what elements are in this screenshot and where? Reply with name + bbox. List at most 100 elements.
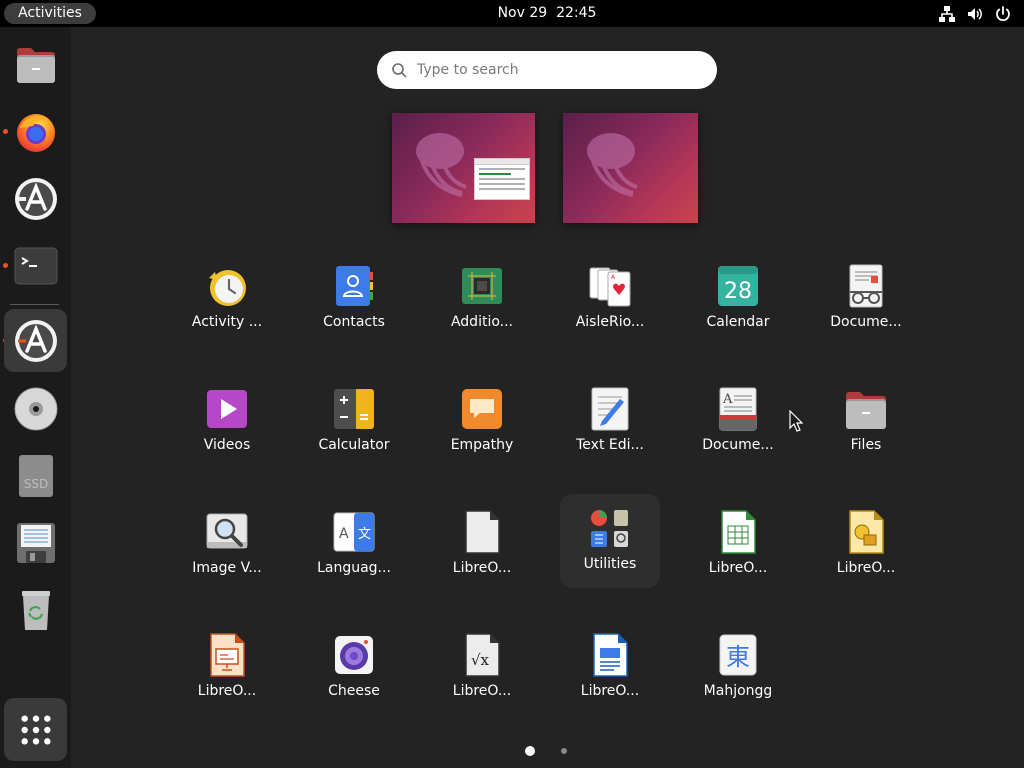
calendar-day: 28 (724, 279, 752, 304)
libreoffice-icon (465, 510, 500, 554)
app-utilities-folder[interactable]: Utilities (560, 494, 660, 588)
dock-item-terminal[interactable] (4, 234, 67, 297)
calculator-icon (334, 389, 374, 429)
libreoffice-math-icon: √x (465, 633, 500, 677)
app-mahjongg[interactable]: 東 Mahjongg (688, 621, 788, 715)
network-icon[interactable] (938, 5, 956, 23)
app-label: Text Edi... (576, 437, 644, 453)
libreoffice-calc-icon (721, 510, 756, 554)
svg-text:文: 文 (358, 527, 371, 542)
dock-item-optical-disc[interactable] (4, 377, 67, 440)
app-language-support[interactable]: A 文 Languag... (304, 498, 404, 592)
app-videos[interactable]: Videos (177, 375, 277, 469)
app-label: Activity ... (191, 314, 263, 330)
app-text-editor[interactable]: Text Edi... (560, 375, 660, 469)
search-box[interactable] (377, 51, 717, 89)
mahjongg-glyph: 東 (726, 643, 750, 671)
app-document-scanner[interactable]: A Docume... (688, 375, 788, 469)
volume-icon[interactable] (966, 5, 984, 23)
cards-icon: A (589, 267, 631, 307)
calendar-icon: 28 (718, 266, 758, 306)
dock-item-files[interactable] (4, 33, 67, 96)
app-activity-log[interactable]: Activity ... (177, 252, 277, 346)
app-label: LibreO... (708, 560, 768, 576)
mahjongg-icon: 東 (719, 634, 757, 676)
app-label: Mahjongg (703, 683, 773, 699)
app-label: Docume... (830, 314, 902, 330)
dock-separator (10, 304, 59, 305)
page-indicator-1[interactable] (525, 746, 535, 756)
app-label: Languag... (317, 560, 391, 576)
workspace-thumbnail-2[interactable] (563, 113, 698, 223)
app-image-viewer[interactable]: Image V... (177, 498, 277, 592)
app-label: Contacts (323, 314, 385, 330)
workspace-thumbnail-1[interactable] (392, 113, 535, 223)
mouse-cursor-icon (789, 410, 803, 432)
firefox-icon (16, 113, 55, 152)
app-label: Additio... (450, 314, 514, 330)
document-viewer-icon (849, 264, 883, 308)
app-aisleriot[interactable]: A AisleRio... (560, 252, 660, 346)
drive-icon: SSD (18, 454, 53, 497)
app-empathy[interactable]: Empathy (432, 375, 532, 469)
dock-item-ssd-drive[interactable]: SSD (4, 444, 67, 507)
dock-item-trash[interactable] (4, 578, 67, 641)
app-calendar[interactable]: 28 Calendar (688, 252, 788, 346)
window-thumbnail[interactable] (474, 158, 530, 200)
top-bar: Activities Nov 29 22:45 (0, 0, 1024, 27)
search-icon (392, 63, 407, 78)
app-additional-drivers[interactable]: Additio... (432, 252, 532, 346)
image-viewer-icon (206, 513, 248, 549)
system-tray[interactable] (938, 4, 1012, 23)
app-label: AisleRio... (575, 314, 645, 330)
app-label: Videos (203, 437, 251, 453)
app-libreoffice-draw[interactable]: LibreO... (816, 498, 916, 592)
app-label: Utilities (583, 556, 637, 572)
app-contacts[interactable]: Contacts (304, 252, 404, 346)
app-document-viewer[interactable]: Docume... (816, 252, 916, 346)
activity-log-icon (209, 270, 246, 306)
libreoffice-writer-icon (593, 633, 628, 677)
page-indicator-2[interactable] (561, 748, 567, 754)
app-libreoffice-impress[interactable]: LibreO... (177, 621, 277, 715)
app-label: LibreO... (580, 683, 640, 699)
dock-item-ubuntu-software[interactable] (4, 309, 67, 372)
show-apps-button[interactable] (4, 698, 67, 761)
dock-item-floppy[interactable] (4, 511, 67, 574)
software-icon (14, 177, 57, 220)
app-libreoffice-writer[interactable]: LibreO... (560, 621, 660, 715)
clock-date: Nov 29 (497, 5, 548, 21)
app-libreoffice-math[interactable]: √x LibreO... (432, 621, 532, 715)
document-scanner-icon: A (719, 387, 757, 431)
clock: Nov 29 22:45 (0, 0, 1024, 27)
dock: SSD (0, 27, 71, 768)
svg-text:√x: √x (471, 651, 490, 669)
app-label: Cheese (328, 683, 380, 699)
app-label: LibreO... (197, 683, 257, 699)
activities-button[interactable]: Activities (4, 3, 96, 24)
app-label: LibreO... (836, 560, 896, 576)
app-label: LibreO... (452, 683, 512, 699)
chat-icon (462, 389, 502, 429)
app-label: Image V... (192, 560, 262, 576)
clock-button[interactable]: Nov 29 22:45 (498, 5, 597, 21)
search-input[interactable] (417, 51, 697, 89)
app-files[interactable]: Files (816, 375, 916, 469)
app-label: Calendar (706, 314, 770, 330)
app-libreoffice[interactable]: LibreO... (432, 498, 532, 592)
language-icon: A 文 (333, 512, 375, 552)
app-label: Files (850, 437, 882, 453)
grid-icon (20, 714, 51, 745)
app-label: Docume... (702, 437, 774, 453)
app-calculator[interactable]: Calculator (304, 375, 404, 469)
disc-icon (14, 387, 57, 430)
app-label: Calculator (318, 437, 390, 453)
app-cheese[interactable]: Cheese (304, 621, 404, 715)
svg-text:A: A (722, 392, 733, 407)
dock-item-software-updater[interactable] (4, 167, 67, 230)
power-icon[interactable] (994, 5, 1012, 23)
app-libreoffice-calc[interactable]: LibreO... (688, 498, 788, 592)
dock-item-firefox[interactable] (4, 100, 67, 163)
software-icon (14, 319, 57, 362)
trash-icon (21, 590, 50, 630)
